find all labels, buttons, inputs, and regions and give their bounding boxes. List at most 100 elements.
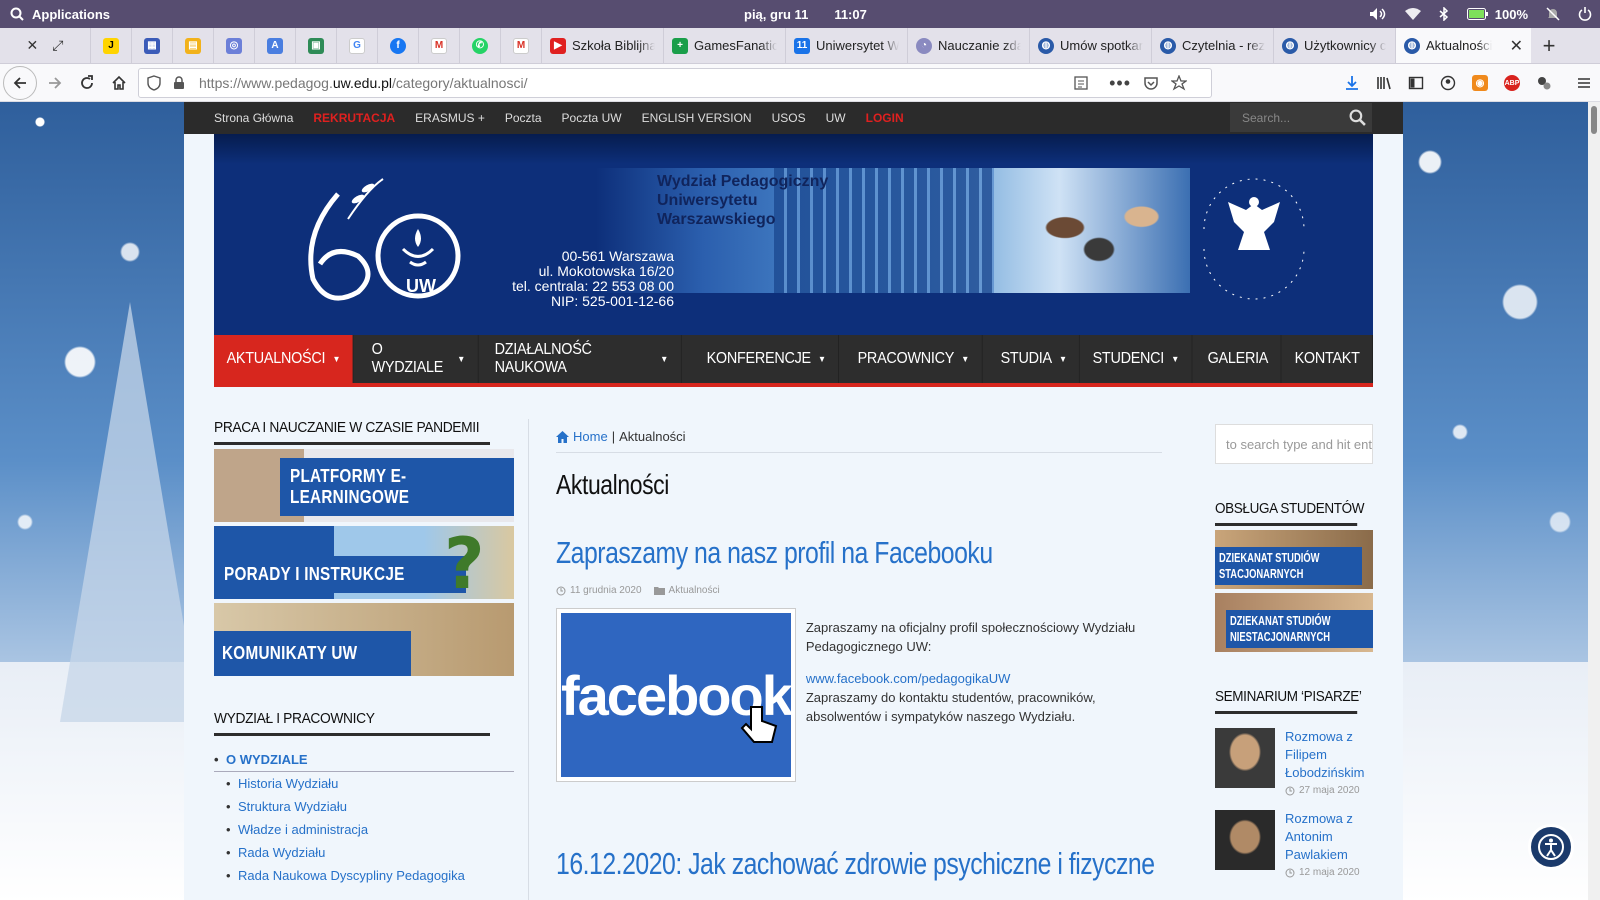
extension-button[interactable] <box>1528 67 1560 99</box>
reader-view-icon[interactable] <box>1073 75 1089 91</box>
post-category[interactable]: Aktualności <box>653 585 720 596</box>
wifi-icon[interactable] <box>1404 8 1421 20</box>
topnav-link-login[interactable]: LOGIN <box>866 111 904 125</box>
link-historia[interactable]: Historia Wydziału <box>214 772 514 795</box>
breadcrumb-home-link[interactable]: Home <box>573 429 608 444</box>
topnav-link-english[interactable]: ENGLISH VERSION <box>642 111 752 125</box>
link-wladze[interactable]: Władze i administracja <box>214 818 514 841</box>
menu-item-o-wydziale[interactable]: O WYDZIALE ▼ <box>359 335 479 383</box>
seminar-thumbnail[interactable] <box>1215 728 1275 788</box>
pinned-tab[interactable]: ▣ <box>295 28 336 63</box>
page-scrollbar[interactable] <box>1588 102 1600 900</box>
search-icon[interactable] <box>1349 109 1366 126</box>
account-button[interactable] <box>1432 67 1464 99</box>
pinned-tab[interactable]: A <box>254 28 295 63</box>
breadcrumb-current: Aktualności <box>619 429 686 444</box>
link-struktura[interactable]: Struktura Wydziału <box>214 795 514 818</box>
seminar-title-link[interactable]: Rozmowa z Filipem Łobodzińskim <box>1285 728 1373 782</box>
browser-tab[interactable]: ▶ Szkoła Biblijna <box>541 28 663 63</box>
close-tab-icon[interactable]: ✕ <box>1510 36 1523 56</box>
library-button[interactable] <box>1368 67 1400 99</box>
more-actions-icon[interactable]: ••• <box>1109 73 1131 94</box>
url-bar[interactable]: https://www.pedagog.uw.edu.pl/category/a… <box>138 68 1212 98</box>
seminar-thumbnail[interactable] <box>1215 810 1275 870</box>
dziekanat-stacjonarne-banner[interactable]: DZIEKANAT STUDIÓW STACJONARNYCH <box>1215 530 1373 589</box>
menu-item-studenci[interactable]: STUDENCI ▼ <box>1080 335 1193 383</box>
pinned-tab[interactable]: f <box>377 28 418 63</box>
power-icon[interactable] <box>1578 7 1592 21</box>
seminar-item[interactable]: Rozmowa z Filipem Łobodzińskim 27 maja 2… <box>1215 728 1373 796</box>
battery-indicator[interactable]: 100% <box>1466 7 1528 22</box>
forward-button[interactable] <box>39 67 71 99</box>
top-search-input[interactable]: Search... <box>1230 103 1372 132</box>
link-rada-naukowa[interactable]: Rada Naukowa Dyscypliny Pedagogika <box>214 864 514 887</box>
pinned-tab[interactable]: G <box>336 28 377 63</box>
youtube-icon: ▶ <box>550 37 566 54</box>
extension-button[interactable]: ◉ <box>1464 67 1496 99</box>
new-tab-button[interactable]: + <box>1531 28 1567 63</box>
seminar-title-link[interactable]: Rozmowa z Antonim Pawlakiem <box>1285 810 1373 864</box>
facebook-profile-link[interactable]: www.facebook.com/pedagogikaUW <box>806 669 1162 688</box>
topnav-link-home[interactable]: Strona Główna <box>214 111 293 125</box>
browser-tab[interactable]: 11 Uniwersytet W <box>785 28 907 63</box>
topnav-link-usos[interactable]: USOS <box>772 111 806 125</box>
menu-item-dzialalnosc-naukowa[interactable]: DZIAŁALNOŚĆ NAUKOWA ▼ <box>482 335 682 383</box>
sidebar-search-input[interactable]: to search type and hit enter <box>1215 424 1373 464</box>
browser-tab[interactable]: ◍ Czytelnia - rez <box>1151 28 1273 63</box>
reload-button[interactable] <box>71 67 103 99</box>
browser-tab[interactable]: + GamesFanatic <box>663 28 785 63</box>
promo-elearning[interactable]: PLATFORMY E-LEARNINGOWE <box>214 449 514 522</box>
widget-title-students: OBSŁUGA STUDENTÓW <box>1215 500 1365 526</box>
volume-icon[interactable] <box>1369 7 1387 21</box>
topnav-link-poczta-uw[interactable]: Poczta UW <box>562 111 622 125</box>
pinned-tab[interactable]: ◎ <box>213 28 254 63</box>
pinned-tab[interactable]: M <box>500 28 541 63</box>
pinned-tab[interactable]: ✆ <box>459 28 500 63</box>
seminar-item[interactable]: Rozmowa z Antonim Pawlakiem 12 maja 2020 <box>1215 810 1373 878</box>
close-window-icon[interactable]: ✕ <box>27 37 39 54</box>
link-rada-wydzialu[interactable]: Rada Wydziału <box>214 841 514 864</box>
topnav-link-uw[interactable]: UW <box>826 111 846 125</box>
browser-tab[interactable]: ◍ Użytkownicy c <box>1273 28 1395 63</box>
snowy-tree-decoration <box>60 302 200 722</box>
post-title-link[interactable]: Zapraszamy na nasz profil na Facebooku <box>556 535 1041 571</box>
menu-item-galeria[interactable]: GALERIA <box>1195 335 1283 383</box>
menu-button[interactable] <box>1568 67 1600 99</box>
pinned-tab[interactable]: ▤ <box>172 28 213 63</box>
browser-tab[interactable]: ◍ Umów spotkan <box>1029 28 1151 63</box>
menu-item-pracownicy[interactable]: PRACOWNICY ▼ <box>845 335 983 383</box>
clock[interactable]: pią, gru 11 11:07 <box>744 0 867 28</box>
topnav-link-erasmus[interactable]: ERASMUS + <box>415 111 485 125</box>
sidebar-button[interactable] <box>1400 67 1432 99</box>
applications-menu[interactable]: Applications <box>0 7 110 22</box>
post-title-link[interactable]: 16.12.2020: Jak zachować zdrowie psychic… <box>556 846 1155 882</box>
maximize-window-icon[interactable]: ⤢ <box>52 37 63 54</box>
promo-porady[interactable]: PORADY I INSTRUKCJE ? <box>214 526 514 599</box>
downloads-button[interactable] <box>1336 67 1368 99</box>
pinned-tab[interactable]: M <box>418 28 459 63</box>
home-button[interactable] <box>103 67 135 99</box>
menu-item-studia[interactable]: STUDIA ▼ <box>988 335 1081 383</box>
dziekanat-niestacjonarne-banner[interactable]: DZIEKANAT STUDIÓW NIESTACJONARNYCH <box>1215 593 1373 652</box>
bookmark-star-icon[interactable] <box>1171 75 1187 91</box>
post-thumbnail[interactable]: facebook <box>556 608 796 782</box>
pocket-icon[interactable] <box>1143 75 1159 91</box>
scrollbar-thumb[interactable] <box>1591 106 1597 134</box>
header-banner[interactable]: UW Wydział Pedagogiczny Uniwersytetu War… <box>214 134 1373 354</box>
notifications-off-icon[interactable] <box>1546 7 1560 21</box>
menu-item-konferencje[interactable]: KONFERENCJE ▼ <box>694 335 839 383</box>
adblock-button[interactable]: ABP <box>1496 67 1528 99</box>
browser-tab-active[interactable]: ◍ Aktualności ✕ <box>1395 28 1531 63</box>
menu-item-kontakt[interactable]: KONTAKT <box>1282 335 1373 383</box>
back-button[interactable] <box>3 65 37 100</box>
pinned-tab[interactable]: J <box>90 28 131 63</box>
link-o-wydziale[interactable]: O WYDZIALE <box>214 748 514 772</box>
promo-komunikaty[interactable]: KOMUNIKATY UW <box>214 603 514 676</box>
browser-tab[interactable]: ◔ Nauczanie zda <box>907 28 1029 63</box>
accessibility-button[interactable] <box>1528 824 1574 870</box>
pinned-tab[interactable]: ▦ <box>131 28 172 63</box>
topnav-link-rekrutacja[interactable]: REKRUTACJA <box>313 111 395 125</box>
bluetooth-icon[interactable] <box>1439 7 1449 21</box>
menu-item-aktualnosci[interactable]: AKTUALNOŚCI ▼ <box>214 335 354 383</box>
topnav-link-poczta[interactable]: Poczta <box>505 111 542 125</box>
